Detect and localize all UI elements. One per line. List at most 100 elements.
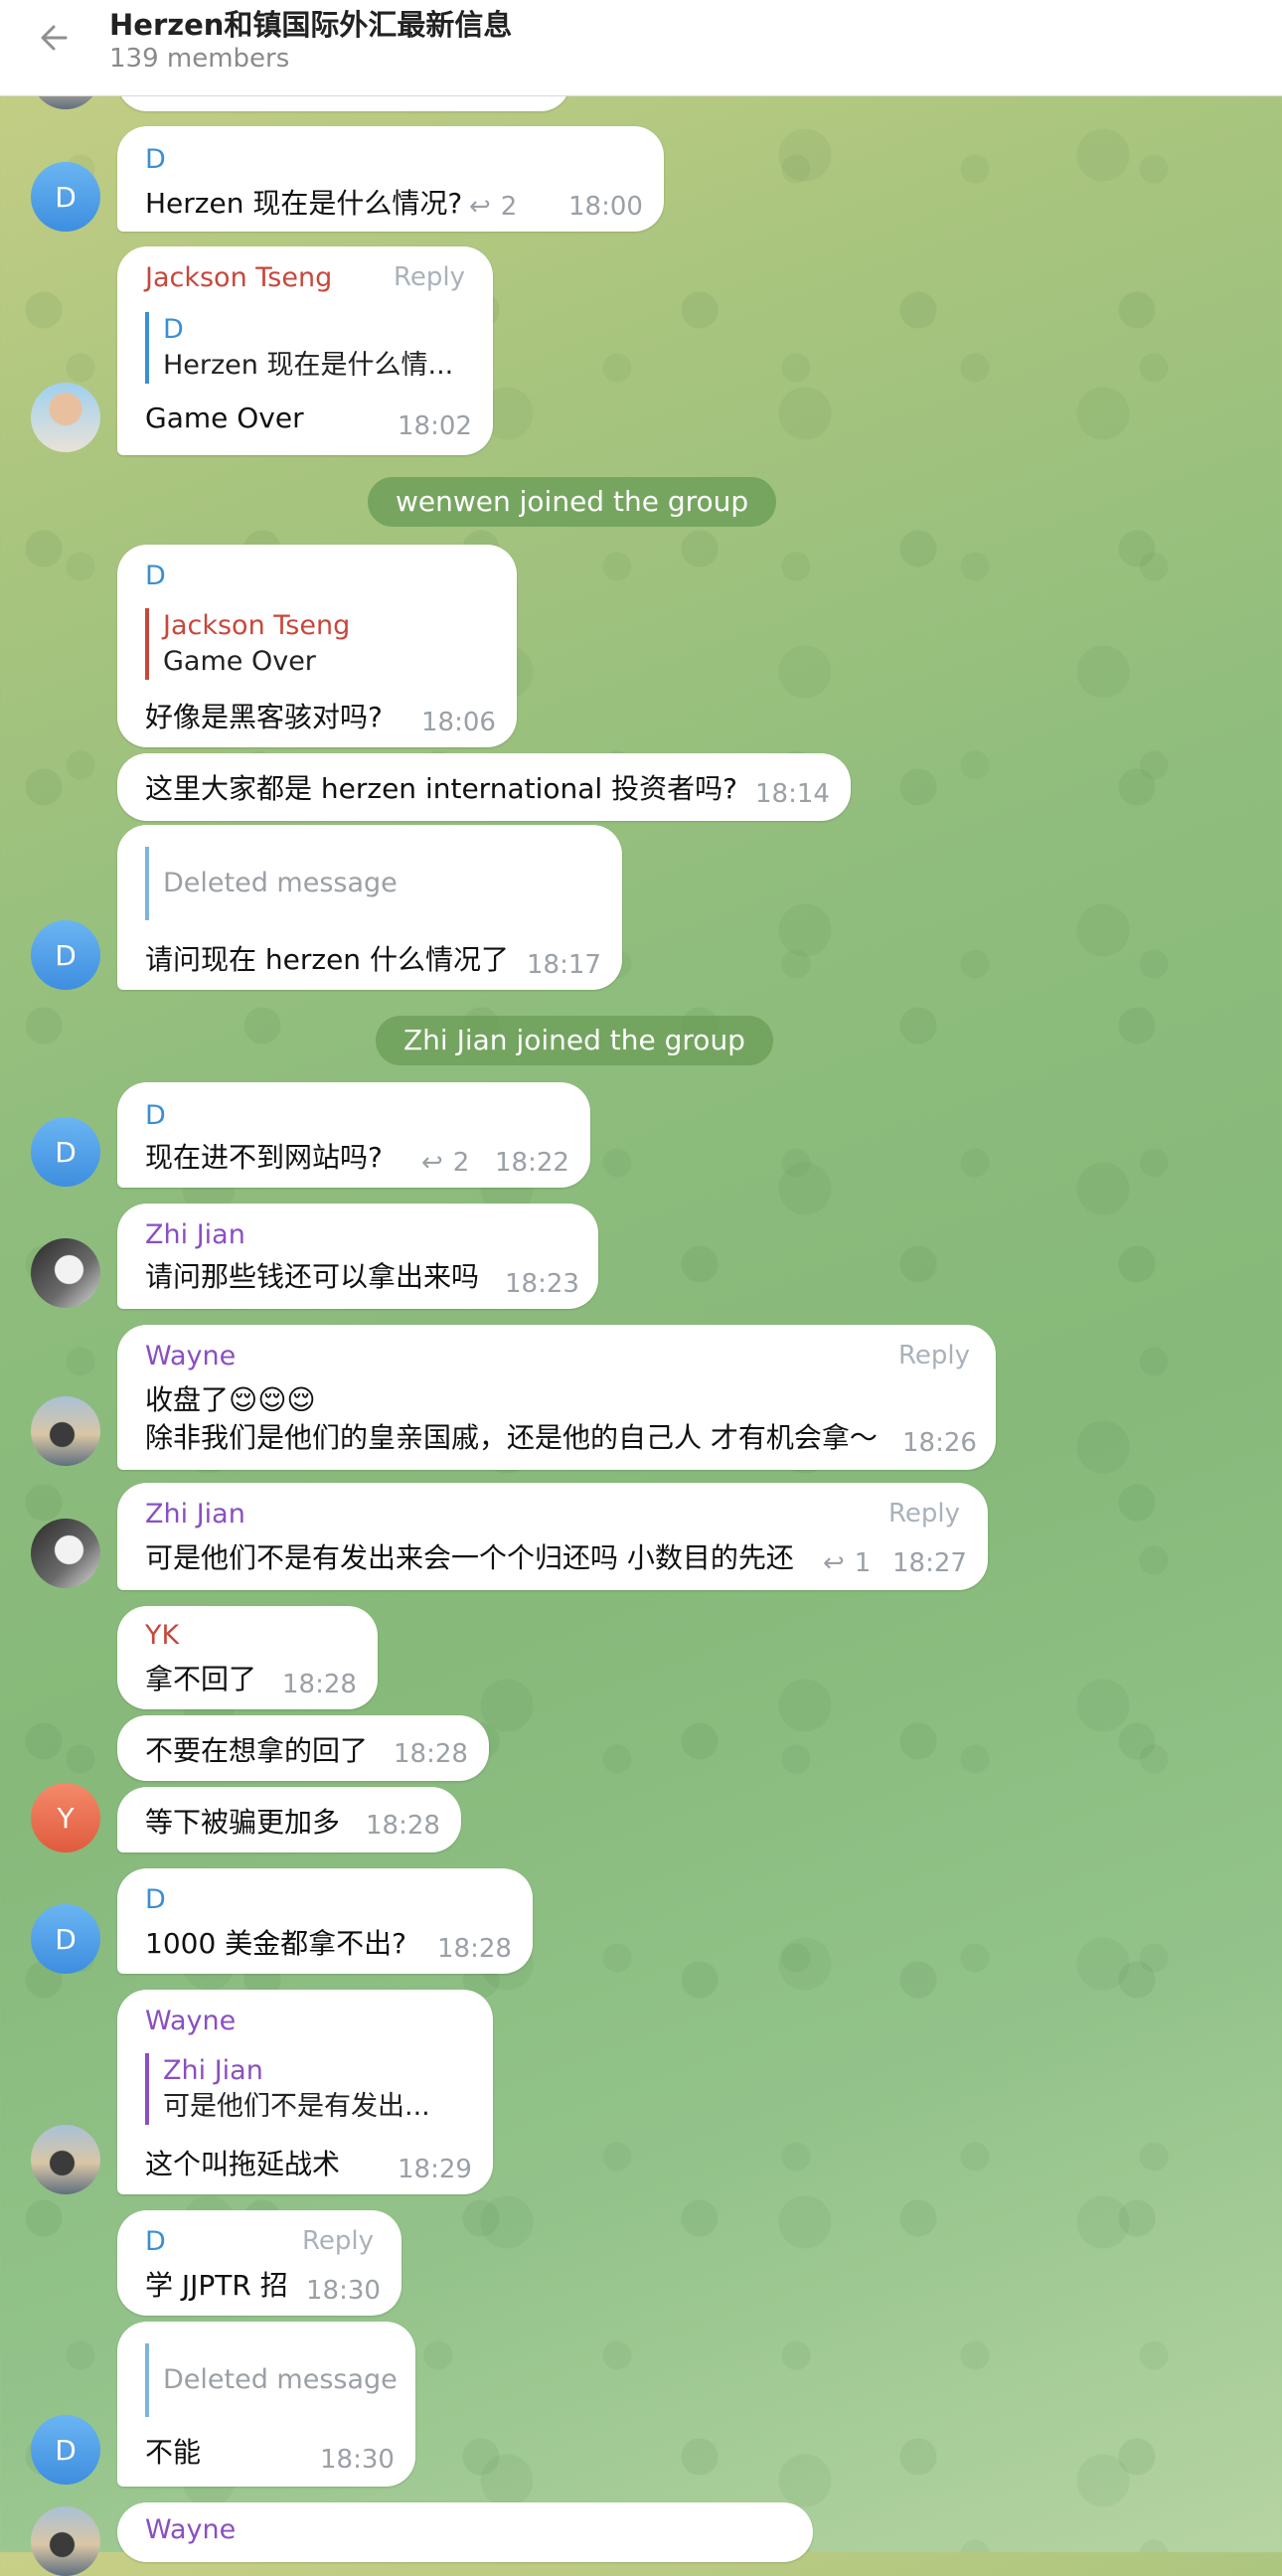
avatar[interactable]: D	[31, 162, 100, 232]
message-text: 除非我们是他们的皇亲国戚，还是他的自己人 才有机会拿～	[145, 1421, 878, 1454]
message-bubble[interactable]: 这里大家都是 herzen international 投资者吗? 18:14	[117, 753, 851, 821]
sender-name[interactable]: Wayne	[145, 2006, 236, 2036]
quote-text: Herzen 现在是什么情...	[163, 350, 454, 381]
message-text: 可是他们不是有发出来会一个个归还吗 小数目的先还	[145, 1541, 794, 1574]
quote-sender: Jackson Tseng	[163, 610, 351, 641]
service-message: wenwen joined the group	[368, 477, 777, 527]
reply-button[interactable]: Reply	[394, 262, 465, 292]
quote-text: 可是他们不是有发出...	[163, 2091, 430, 2122]
message-bubble[interactable]: Deleted message 请问现在 herzen 什么情况了 18:17	[117, 825, 622, 990]
message-text: 现在进不到网站吗?	[145, 1141, 383, 1174]
avatar[interactable]: D	[31, 920, 100, 990]
message-time: 18:26	[902, 1428, 977, 1458]
message-text: 拿不回了	[145, 1663, 257, 1695]
message-bubble[interactable]: D Jackson Tseng Game Over 好像是黑客骇对吗? 18:0…	[117, 545, 517, 747]
reply-arrow-icon: ↩	[469, 192, 491, 222]
message-time: 18:30	[306, 2276, 381, 2306]
message-text: 收盘了😌😌😌	[145, 1383, 316, 1416]
message-bubble[interactable]: YK 拿不回了 18:28	[117, 1606, 378, 1709]
quote-deleted: Deleted message	[163, 2364, 398, 2395]
sender-name[interactable]: Wayne	[145, 2514, 236, 2545]
quote-sender: Zhi Jian	[163, 2055, 263, 2086]
chat-title[interactable]: Herzen和镇国际外汇最新信息	[109, 2, 512, 44]
avatar[interactable]	[31, 1519, 100, 1588]
message-time: 18:14	[755, 779, 830, 809]
avatar[interactable]	[31, 383, 100, 452]
message-text: 请问那些钱还可以拿出来吗	[145, 1260, 480, 1293]
message-bubble[interactable]: 不要在想拿的回了 18:28	[117, 1715, 489, 1781]
message-text: 等下被骗更加多	[145, 1806, 341, 1839]
back-arrow-icon[interactable]	[36, 18, 76, 58]
message-time: 18:22	[495, 1148, 569, 1178]
service-message: Zhi Jian joined the group	[376, 1016, 773, 1065]
avatar[interactable]	[31, 2125, 100, 2194]
message-bubble[interactable]: D Reply 学 JJPTR 招 18:30	[117, 2210, 401, 2316]
avatar[interactable]: D	[31, 2415, 100, 2485]
avatar[interactable]	[31, 2506, 100, 2576]
reply-quote[interactable]: Zhi Jian 可是他们不是有发出...	[145, 2053, 430, 2125]
avatar[interactable]: D	[31, 1117, 100, 1187]
sender-name[interactable]: YK	[145, 1620, 179, 1651]
sender-name[interactable]: Zhi Jian	[145, 1219, 245, 1250]
reply-quote[interactable]: Jackson Tseng Game Over	[145, 608, 350, 680]
message-time: 18:17	[527, 950, 601, 980]
reply-count[interactable]: ↩ 2	[469, 192, 517, 222]
message-text: 好像是黑客骇对吗?	[145, 701, 383, 733]
reply-button[interactable]: Reply	[888, 1499, 960, 1529]
avatar[interactable]: D	[31, 1904, 100, 1974]
message-text: Herzen 现在是什么情况?	[145, 187, 463, 220]
reply-count[interactable]: ↩ 2	[421, 1148, 469, 1178]
message-text: 1000 美金都拿不出?	[145, 1927, 407, 1960]
message-time: 18:29	[398, 2155, 472, 2184]
reply-quote[interactable]: Deleted message	[145, 2343, 398, 2417]
sender-name[interactable]: Zhi Jian	[145, 1499, 245, 1530]
reply-arrow-icon: ↩	[823, 1548, 845, 1578]
reply-button[interactable]: Reply	[898, 1341, 970, 1370]
message-bubble[interactable]: Jackson Tseng Reply D Herzen 现在是什么情... G…	[117, 246, 493, 455]
message-bubble[interactable]: 等下被骗更加多 18:28	[117, 1787, 461, 1852]
reply-arrow-icon: ↩	[421, 1148, 443, 1178]
message-text: 学 JJPTR 招	[145, 2269, 288, 2302]
message-bubble[interactable]: Wayne Zhi Jian 可是他们不是有发出... 这个叫拖延战术 18:2…	[117, 1990, 493, 2194]
message-time: 18:06	[421, 708, 496, 737]
reply-quote[interactable]: Deleted message	[145, 847, 398, 920]
reply-count[interactable]: ↩ 1	[823, 1548, 871, 1578]
message-time: 18:28	[366, 1811, 440, 1841]
reply-quote[interactable]: D Herzen 现在是什么情...	[145, 312, 453, 384]
message-text: Game Over	[145, 402, 304, 434]
message-bubble[interactable]: Deleted message 不能 18:30	[117, 2322, 415, 2487]
sender-name[interactable]: Jackson Tseng	[145, 262, 332, 293]
message-text: 这里大家都是 herzen international 投资者吗?	[145, 772, 737, 805]
member-count[interactable]: 139 members	[109, 44, 289, 74]
quote-text: Game Over	[163, 646, 316, 677]
sender-name[interactable]: D	[145, 2226, 166, 2257]
sender-name[interactable]: Wayne	[145, 1341, 236, 1371]
message-bubble[interactable]: Wayne Reply 收盘了😌😌😌 除非我们是他们的皇亲国戚，还是他的自己人 …	[117, 1325, 996, 1470]
sender-name[interactable]: D	[145, 144, 166, 175]
avatar[interactable]	[31, 1238, 100, 1308]
message-bubble[interactable]: Zhi Jian 请问那些钱还可以拿出来吗 18:23	[117, 1204, 598, 1309]
sender-name[interactable]: D	[145, 1884, 166, 1915]
sender-name[interactable]: D	[145, 561, 166, 591]
message-bubble[interactable]: D 现在进不到网站吗? ↩ 2 18:22	[117, 1082, 590, 1188]
message-text: 不要在想拿的回了	[145, 1734, 369, 1767]
message-time: 18:28	[282, 1670, 357, 1699]
message-time: 18:02	[398, 411, 472, 441]
message-time: 18:28	[437, 1934, 512, 1964]
message-bubble[interactable]: D 1000 美金都拿不出? 18:28	[117, 1868, 533, 1974]
quote-deleted: Deleted message	[163, 868, 398, 898]
avatar[interactable]: Y	[31, 1783, 100, 1852]
message-time: 18:30	[320, 2445, 395, 2475]
message-text: 请问现在 herzen 什么情况了	[145, 943, 509, 976]
quote-sender: D	[163, 314, 184, 345]
sender-name[interactable]: D	[145, 1100, 166, 1131]
message-text: 不能	[145, 2436, 202, 2469]
message-bubble[interactable]: Wayne	[117, 2502, 813, 2562]
message-time: 18:27	[892, 1548, 967, 1578]
message-bubble[interactable]: Zhi Jian Reply 可是他们不是有发出来会一个个归还吗 小数目的先还 …	[117, 1483, 988, 1590]
message-time: 18:28	[394, 1739, 468, 1769]
reply-button[interactable]: Reply	[302, 2226, 374, 2256]
chat-header: Herzen和镇国际外汇最新信息 139 members	[0, 0, 1282, 96]
message-bubble[interactable]: D Herzen 现在是什么情况? ↩ 2 18:00	[117, 126, 664, 232]
avatar[interactable]	[31, 1396, 100, 1466]
